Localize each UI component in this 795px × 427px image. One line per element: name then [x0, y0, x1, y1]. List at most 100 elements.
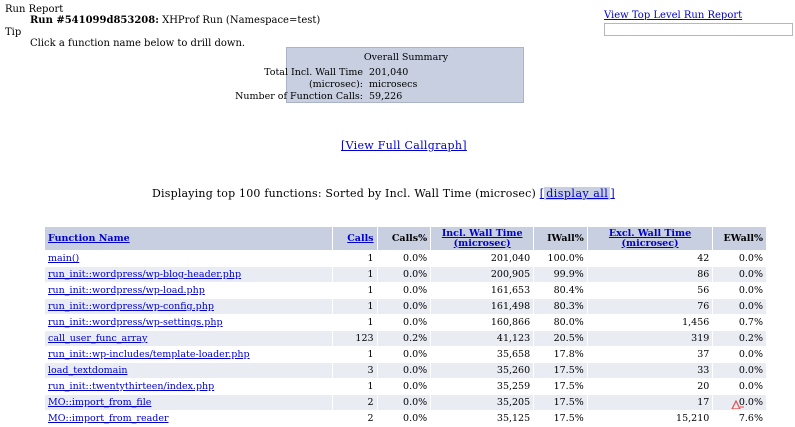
cell-calls-pct: 0.0%: [376, 378, 432, 395]
table-row: run_init::wordpress/wp-config.php 1 0.0% 16…: [44, 298, 767, 315]
header-excl-wall[interactable]: Excl. Wall Time (microsec): [586, 226, 714, 251]
run-id: Run #541099d853208:: [30, 15, 159, 26]
cell-function-name[interactable]: run_init::wordpress/wp-config.php: [44, 298, 333, 315]
summary-wall-value: 201,040: [369, 67, 409, 78]
cell-calls: 1: [331, 250, 378, 267]
table-row: MO::import_from_file 2 0.0% 35,205 17.5% 17 0.…: [44, 394, 767, 411]
sort-function-name-link[interactable]: Function Name: [48, 233, 130, 244]
cell-calls: 1: [331, 314, 378, 331]
header-incl-wall[interactable]: Incl. Wall Time (microsec): [430, 226, 535, 251]
cell-function-name[interactable]: run_init::wp-includes/template-loader.ph…: [44, 346, 333, 363]
cell-ewall-pct: 0.0%: [712, 362, 767, 379]
top-level-input[interactable]: [604, 23, 793, 36]
cell-excl-wall: 42: [586, 250, 714, 267]
cell-ewall-pct: 0.0%: [712, 298, 767, 315]
cell-excl-wall: 15,210: [586, 410, 714, 427]
cell-excl-wall: 33: [586, 362, 714, 379]
view-full-callgraph-link[interactable]: [View Full Callgraph]: [341, 139, 467, 152]
cell-iwall-pct: 80.4%: [533, 282, 588, 299]
cell-ewall-pct: 7.6%: [712, 410, 767, 427]
sort-incl-wall-link[interactable]: Incl. Wall Time (microsec): [434, 228, 530, 249]
table-row: load_textdomain 3 0.0% 35,260 17.5% 33 0.0%: [44, 362, 767, 379]
cell-iwall-pct: 99.9%: [533, 266, 588, 283]
cell-ewall-pct: 0.0%: [712, 346, 767, 363]
corner-logo-icon: [731, 400, 744, 409]
function-name-link[interactable]: run_init::wordpress/wp-settings.php: [48, 317, 223, 328]
cell-calls: 123: [331, 330, 378, 347]
cell-calls: 3: [331, 362, 378, 379]
cell-incl-wall: 201,040: [430, 250, 535, 267]
cell-ewall-pct: 0.0%: [712, 378, 767, 395]
cell-calls-pct: 0.0%: [376, 298, 432, 315]
summary-heading: Overall Summary: [363, 52, 449, 63]
cell-calls-pct: 0.0%: [376, 394, 432, 411]
cell-excl-wall: 56: [586, 282, 714, 299]
function-name-link[interactable]: main(): [48, 253, 79, 264]
page-title: Run Report: [5, 4, 64, 15]
cell-calls: 1: [331, 282, 378, 299]
cell-iwall-pct: 17.5%: [533, 394, 588, 411]
cell-function-name[interactable]: load_textdomain: [44, 362, 333, 379]
display-all-bracket-close[interactable]: ]: [610, 187, 615, 200]
cell-function-name[interactable]: call_user_func_array: [44, 330, 333, 347]
sort-calls-link[interactable]: Calls: [347, 233, 373, 244]
function-name-link[interactable]: run_init::twentythirteen/index.php: [48, 381, 214, 392]
function-name-link[interactable]: run_init::wp-includes/template-loader.ph…: [48, 349, 250, 360]
tip-label: Tip: [5, 27, 22, 38]
header-calls[interactable]: Calls: [331, 226, 378, 251]
cell-iwall-pct: 17.5%: [533, 362, 588, 379]
table-row: call_user_func_array 123 0.2% 41,123 20.5% 31…: [44, 330, 767, 347]
cell-incl-wall: 41,123: [430, 330, 535, 347]
function-table: Function Name Calls Calls% Incl. Wall Ti…: [44, 226, 767, 427]
cell-function-name[interactable]: MO::import_from_file: [44, 394, 333, 411]
cell-excl-wall: 319: [586, 330, 714, 347]
header-ewall-pct: EWall%: [712, 226, 767, 251]
function-name-link[interactable]: run_init::wordpress/wp-blog-header.php: [48, 269, 241, 280]
cell-excl-wall: 17: [586, 394, 714, 411]
cell-incl-wall: 35,259: [430, 378, 535, 395]
sort-excl-wall-link[interactable]: Excl. Wall Time (microsec): [591, 228, 710, 249]
cell-function-name[interactable]: run_init::wordpress/wp-settings.php: [44, 314, 333, 331]
display-all-link[interactable]: display all: [544, 187, 611, 200]
cell-incl-wall: 35,658: [430, 346, 535, 363]
cell-excl-wall: 1,456: [586, 314, 714, 331]
cell-ewall-pct: 0.0%: [712, 282, 767, 299]
run-description: XHProf Run (Namespace=test): [162, 15, 321, 26]
cell-excl-wall: 20: [586, 378, 714, 395]
cell-iwall-pct: 20.5%: [533, 330, 588, 347]
table-row: run_init::twentythirteen/index.php 1 0.0% 3…: [44, 378, 767, 395]
table-row: MO::import_from_reader 2 0.0% 35,125 17.5% 15…: [44, 410, 767, 427]
view-top-level-run-report-link[interactable]: View Top Level Run Report: [604, 10, 742, 21]
cell-calls: 1: [331, 298, 378, 315]
header-iwall-pct: IWall%: [533, 226, 588, 251]
cell-incl-wall: 160,866: [430, 314, 535, 331]
cell-iwall-pct: 17.5%: [533, 410, 588, 427]
cell-ewall-pct: 0.2%: [712, 330, 767, 347]
function-name-link[interactable]: MO::import_from_reader: [48, 413, 168, 424]
cell-calls: 1: [331, 378, 378, 395]
cell-function-name[interactable]: run_init::wordpress/wp-blog-header.php: [44, 266, 333, 283]
cell-calls: 2: [331, 394, 378, 411]
cell-calls-pct: 0.0%: [376, 410, 432, 427]
function-name-link[interactable]: run_init::wordpress/wp-load.php: [48, 285, 205, 296]
cell-ewall-pct: 0.0%: [712, 266, 767, 283]
cell-incl-wall: 35,205: [430, 394, 535, 411]
cell-excl-wall: 86: [586, 266, 714, 283]
cell-function-name[interactable]: MO::import_from_reader: [44, 410, 333, 427]
cell-calls-pct: 0.0%: [376, 362, 432, 379]
cell-incl-wall: 161,653: [430, 282, 535, 299]
function-name-link[interactable]: call_user_func_array: [48, 333, 147, 344]
table-row: run_init::wordpress/wp-blog-header.php 1 0…: [44, 266, 767, 283]
function-name-link[interactable]: load_textdomain: [48, 365, 128, 376]
summary-wall-unit-label: (microsec):: [308, 79, 363, 90]
header-function-name[interactable]: Function Name: [44, 226, 333, 251]
cell-iwall-pct: 80.3%: [533, 298, 588, 315]
cell-function-name[interactable]: main(): [44, 250, 333, 267]
cell-function-name[interactable]: run_init::twentythirteen/index.php: [44, 378, 333, 395]
function-name-link[interactable]: run_init::wordpress/wp-config.php: [48, 301, 214, 312]
function-name-link[interactable]: MO::import_from_file: [48, 397, 151, 408]
cell-iwall-pct: 80.0%: [533, 314, 588, 331]
cell-function-name[interactable]: run_init::wordpress/wp-load.php: [44, 282, 333, 299]
cell-iwall-pct: 100.0%: [533, 250, 588, 267]
run-info: Run #541099d853208: XHProf Run (Namespac…: [30, 15, 320, 26]
